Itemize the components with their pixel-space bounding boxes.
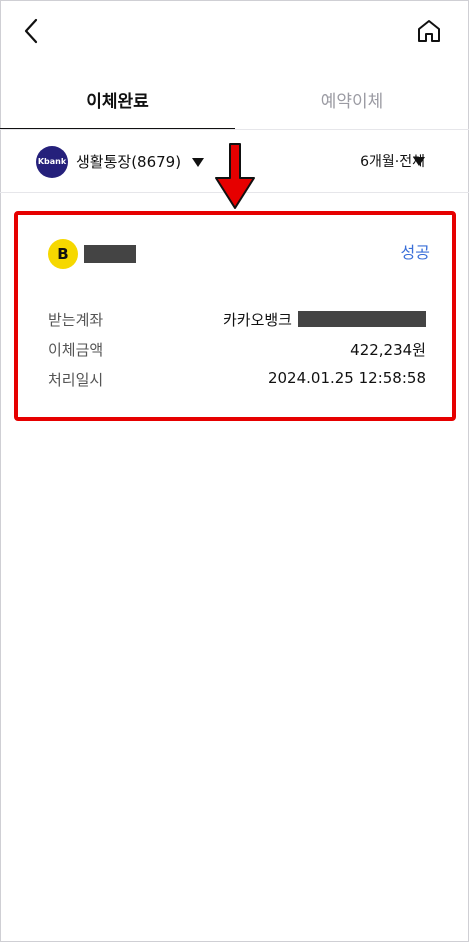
bank-name: 카카오뱅크 <box>222 311 292 329</box>
tab-bar: 이체완료 예약이체 <box>0 76 469 130</box>
status-badge: 성공 <box>400 243 430 262</box>
redacted-account-number <box>298 311 426 327</box>
triangle-down-icon[interactable] <box>413 157 425 166</box>
chevron-left-icon[interactable] <box>18 16 46 46</box>
account-selector[interactable]: 생활통장(8679) <box>76 146 181 178</box>
tab-scheduled-transfer[interactable]: 예약이체 <box>235 76 469 128</box>
arrow-down-icon <box>215 143 255 209</box>
row-amount: 이체금액 422,234원 <box>48 339 426 363</box>
row-value: 2024.01.25 12:58:58 <box>267 369 426 387</box>
row-label: 처리일시 <box>48 371 104 389</box>
kbank-logo-icon: Kbank <box>36 146 68 178</box>
recipient-logo-icon: B <box>48 239 78 269</box>
top-bar <box>0 0 469 64</box>
redacted-recipient-name <box>84 245 136 263</box>
row-value: 422,234원 <box>350 341 426 359</box>
tab-transfer-complete[interactable]: 이체완료 <box>0 76 235 130</box>
transfer-card[interactable]: B 성공 받는계좌 카카오뱅크 이체금액 422,234원 처리일시 2024.… <box>14 211 456 421</box>
row-datetime: 처리일시 2024.01.25 12:58:58 <box>48 369 426 393</box>
tab-divider <box>0 129 469 130</box>
triangle-down-icon[interactable] <box>192 158 204 167</box>
row-label: 이체금액 <box>48 341 104 359</box>
home-icon[interactable] <box>414 16 444 46</box>
row-value: 카카오뱅크 <box>223 309 426 330</box>
row-label: 받는계좌 <box>48 311 104 329</box>
row-account: 받는계좌 카카오뱅크 <box>48 309 426 333</box>
